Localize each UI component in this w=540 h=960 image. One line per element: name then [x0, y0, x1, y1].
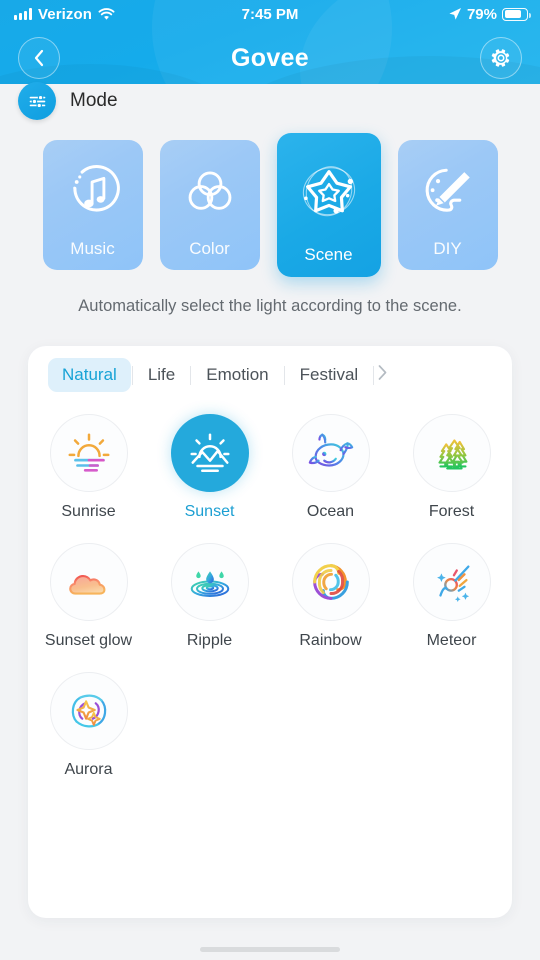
scene-label: Aurora	[64, 761, 113, 778]
mode-card-label: Scene	[304, 245, 353, 264]
mode-card-label: Color	[189, 239, 230, 258]
mode-card-scene[interactable]: Scene	[276, 133, 381, 277]
cloud-glow-icon	[68, 574, 105, 595]
brand-label: Govee	[231, 44, 309, 72]
tab-divider	[283, 365, 285, 385]
scene-item-ocean[interactable]: Ocean	[270, 414, 391, 521]
aurora-icon	[71, 694, 106, 728]
scene-icon-wrap	[412, 414, 491, 492]
scene-item-rainbow[interactable]: Rainbow	[270, 543, 391, 650]
battery-icon	[502, 7, 531, 21]
scene-icon-wrap	[170, 414, 249, 492]
home-indicator	[200, 947, 340, 952]
color-circles-icon	[181, 163, 239, 226]
scene-label: Meteor	[426, 632, 477, 649]
scene-label: Ripple	[186, 632, 233, 649]
meteor-icon	[436, 565, 469, 602]
status-right: 79%	[448, 5, 531, 23]
chevron-right-icon[interactable]	[377, 364, 394, 386]
scene-item-forest[interactable]: Forest	[391, 414, 512, 521]
scene-icon-wrap	[49, 543, 128, 621]
tab-life[interactable]: Life	[134, 358, 189, 392]
tab-festival[interactable]: Festival	[286, 358, 373, 392]
scene-icon-wrap	[291, 414, 370, 492]
navigation-bar: Govee	[0, 30, 540, 84]
scene-label: Sunset	[184, 503, 235, 520]
mode-card-music[interactable]: Music	[42, 140, 143, 270]
scene-icon-wrap	[170, 543, 249, 621]
app-brand-title: Govee	[0, 44, 540, 73]
scene-panel: Natural Life Emotion Festival Sunrise Su…	[28, 346, 512, 918]
mode-section-header: Mode	[18, 82, 118, 120]
tab-divider	[190, 365, 192, 385]
mode-card-label: Music	[70, 239, 115, 258]
paint-palette-icon	[419, 163, 477, 226]
status-bar: Verizon 7:45 PM 79%	[0, 0, 540, 28]
mode-section-title: Mode	[70, 90, 118, 111]
scene-label: Rainbow	[299, 632, 362, 649]
sunrise-icon	[68, 433, 109, 472]
scene-label: Ocean	[306, 503, 355, 520]
mode-card-color[interactable]: Color	[159, 140, 260, 270]
water-ripple-icon	[190, 571, 229, 597]
tab-divider	[373, 365, 375, 385]
scene-item-sunset-glow[interactable]: Sunset glow	[28, 543, 149, 650]
scene-icon-wrap	[49, 414, 128, 492]
scene-item-sunset[interactable]: Sunset	[149, 414, 270, 521]
scene-label: Forest	[428, 503, 475, 520]
scene-icon-wrap	[49, 672, 128, 750]
scene-icon-wrap	[291, 543, 370, 621]
scene-item-sunrise[interactable]: Sunrise	[28, 414, 149, 521]
sliders-icon	[18, 82, 56, 120]
app-screen: Verizon 7:45 PM 79% Govee Mode Music Col…	[0, 0, 540, 960]
mode-card-label: DIY	[433, 239, 462, 258]
sunset-icon	[189, 433, 230, 473]
tab-emotion[interactable]: Emotion	[192, 358, 282, 392]
tab-natural[interactable]: Natural	[48, 358, 131, 392]
scene-category-tabs: Natural Life Emotion Festival	[28, 346, 512, 404]
tab-divider	[131, 365, 133, 385]
mode-hint-text: Automatically select the light according…	[78, 297, 462, 315]
music-note-icon	[64, 163, 122, 226]
location-arrow-icon	[449, 8, 461, 20]
scene-label: Sunset glow	[44, 632, 133, 649]
whale-icon	[308, 433, 353, 467]
mode-card-list: Music Color Scene DIY	[0, 133, 540, 277]
scene-grid: Sunrise Sunset Ocean Forest Sunset glow …	[28, 404, 512, 801]
star-orbit-icon	[297, 161, 361, 230]
settings-button[interactable]	[480, 37, 522, 79]
trees-icon	[437, 439, 467, 470]
gear-icon	[491, 49, 510, 67]
scene-item-aurora[interactable]: Aurora	[28, 672, 149, 779]
scene-item-meteor[interactable]: Meteor	[391, 543, 512, 650]
scene-icon-wrap	[412, 543, 491, 621]
scene-item-ripple[interactable]: Ripple	[149, 543, 270, 650]
mode-card-diy[interactable]: DIY	[397, 140, 498, 270]
scene-label: Sunrise	[61, 503, 116, 520]
battery-percent-label: 79%	[466, 5, 497, 23]
rainbow-swirl-icon	[312, 564, 349, 600]
